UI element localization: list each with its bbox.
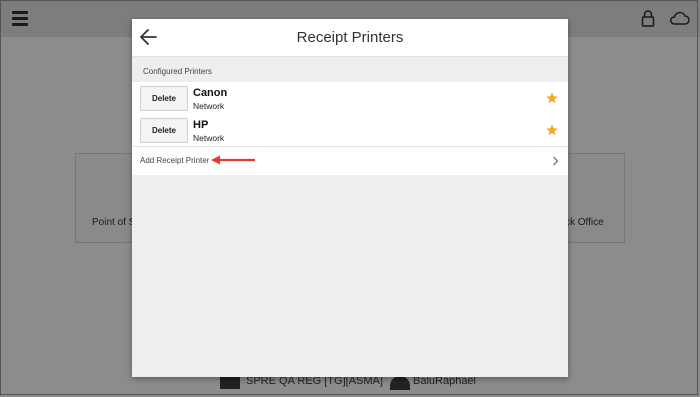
- printer-list: Delete Canon Network Delete HP Network A…: [132, 82, 568, 175]
- lock-icon[interactable]: [641, 10, 655, 27]
- tile-label: Point of S: [92, 217, 136, 228]
- star-icon[interactable]: [546, 124, 558, 136]
- delete-button[interactable]: Delete: [140, 86, 188, 111]
- printer-name: Canon: [193, 87, 228, 99]
- printer-row-canon[interactable]: Delete Canon Network: [132, 82, 568, 114]
- printer-row-hp[interactable]: Delete HP Network: [132, 114, 568, 146]
- annotation-arrow-icon: [211, 155, 255, 165]
- store-icon: [220, 375, 240, 389]
- dialog-header: Receipt Printers: [132, 19, 568, 57]
- star-icon[interactable]: [546, 92, 558, 104]
- add-receipt-printer-row[interactable]: Add Receipt Printer: [132, 146, 568, 175]
- printer-name: HP: [193, 119, 209, 131]
- delete-button[interactable]: Delete: [140, 118, 188, 143]
- tile-label: ck Office: [565, 217, 604, 228]
- printer-type: Network: [193, 133, 225, 143]
- section-label: Configured Printers: [143, 67, 212, 76]
- cloud-icon[interactable]: [668, 10, 690, 26]
- chevron-right-icon: [553, 156, 559, 166]
- printer-type: Network: [193, 101, 225, 111]
- add-receipt-printer-label: Add Receipt Printer: [140, 156, 210, 165]
- dialog-title: Receipt Printers: [296, 29, 404, 46]
- user-icon: [390, 376, 410, 390]
- menu-icon[interactable]: [12, 11, 28, 26]
- receipt-printers-dialog: Receipt Printers Configured Printers Del…: [132, 19, 568, 377]
